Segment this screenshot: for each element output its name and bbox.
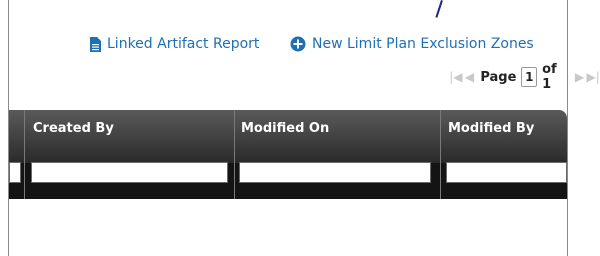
last-page-icon[interactable]: ▶| [586,70,600,84]
grid-header: Created By Modified On Modified By [9,110,567,163]
column-separator [24,110,25,199]
filter-input-created-by[interactable] [31,162,228,183]
column-separator [440,110,441,199]
column-header-modified-on[interactable]: Modified On [241,121,329,136]
new-limit-plan-button[interactable]: New Limit Plan Exclusion Zones [290,36,534,52]
toolbar: Linked Artifact Report New Limit Plan Ex… [0,36,568,58]
next-page-icon[interactable]: ▶ [573,70,587,84]
add-circle-icon [290,36,306,52]
filter-input-previous-column[interactable] [9,162,21,183]
page-count-label: of 1 [542,62,557,92]
first-page-icon[interactable]: |◀ [449,70,463,84]
new-limit-plan-label: New Limit Plan Exclusion Zones [312,36,534,52]
column-header-created-by[interactable]: Created By [33,121,114,136]
pagination: |◀ ◀ Page 1 of 1 ▶ ▶| [449,62,600,92]
linked-artifact-report-label: Linked Artifact Report [107,36,260,52]
previous-page-icon[interactable]: ◀ [463,70,477,84]
page-label: Page [480,69,517,85]
page-number-input[interactable]: 1 [521,67,538,87]
filter-input-modified-on[interactable] [239,162,431,183]
linked-artifact-report-button[interactable]: Linked Artifact Report [90,36,259,52]
column-separator [234,110,235,199]
document-icon [90,36,101,52]
filter-input-modified-by[interactable] [446,162,567,183]
annotation-pointer [435,0,443,18]
column-header-modified-by[interactable]: Modified By [448,121,534,136]
